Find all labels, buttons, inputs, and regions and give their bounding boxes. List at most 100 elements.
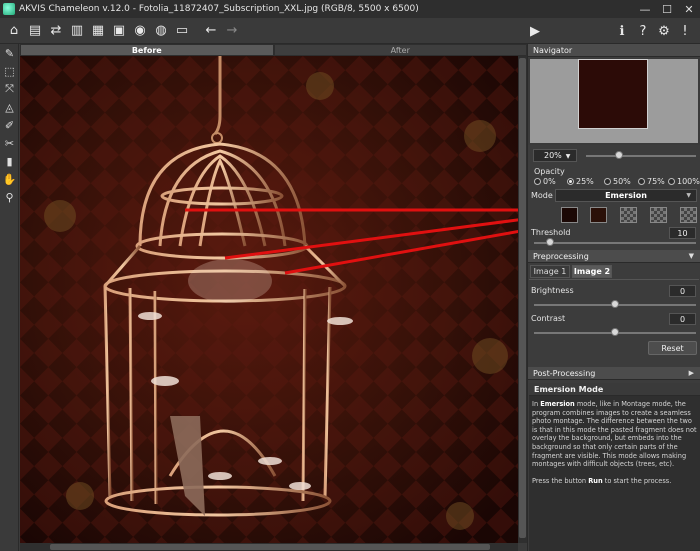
help-bold-run: Run: [588, 476, 603, 485]
image-canvas[interactable]: [20, 56, 518, 543]
zoom-slider-track[interactable]: [586, 155, 696, 157]
transform-tool-icon[interactable]: ⤧: [0, 80, 19, 98]
view-tabs: Before After: [20, 44, 527, 56]
help-text: In Emersion mode, like in Montage mode, …: [532, 397, 698, 485]
threshold-slider-knob[interactable]: [546, 238, 555, 246]
navigator-view-frame[interactable]: [578, 59, 648, 129]
zoom-slider-knob[interactable]: [615, 151, 623, 159]
opacity-radio-100[interactable]: [668, 178, 675, 185]
threshold-slider-track[interactable]: [534, 242, 696, 244]
help-text-run: Press the button: [532, 476, 589, 485]
swatch-transparent-1[interactable]: [620, 207, 637, 223]
zoom-value: 20%: [544, 151, 562, 160]
help-text-run: to start the process.: [602, 476, 672, 485]
reset-button[interactable]: Reset: [648, 341, 697, 355]
vertical-scroll-thumb[interactable]: [519, 58, 526, 538]
help-icon[interactable]: ?: [633, 21, 653, 41]
run-icon[interactable]: ▶: [525, 21, 545, 41]
save-as-icon[interactable]: ▦: [88, 21, 108, 41]
tab-after[interactable]: After: [273, 44, 527, 56]
app-window: AKVIS Chameleon v.12.0 - Fotolia_1187240…: [0, 0, 700, 551]
contrast-input[interactable]: 0: [669, 313, 696, 325]
zoom-dropdown[interactable]: 20% ▼: [533, 149, 577, 162]
horizontal-scrollbar[interactable]: [20, 543, 518, 551]
crop-icon[interactable]: ▭: [172, 21, 192, 41]
swatch-image-2[interactable]: [590, 207, 607, 223]
settings-icon[interactable]: ⚙: [654, 21, 674, 41]
eraser-tool-icon[interactable]: ▮: [0, 152, 19, 170]
remove-pencil-tool-icon[interactable]: ✐: [0, 116, 19, 134]
keep-pencil-tool-icon[interactable]: ◬: [0, 98, 19, 116]
vertical-scrollbar[interactable]: [518, 56, 527, 543]
app-logo-icon: [3, 3, 15, 15]
postprocessing-header[interactable]: Post-Processing ▶: [528, 367, 700, 380]
share-icon[interactable]: ◉: [130, 21, 150, 41]
info-icon[interactable]: ℹ: [612, 21, 632, 41]
tab-image-2[interactable]: Image 2: [572, 265, 612, 278]
redo-icon[interactable]: →: [222, 21, 242, 41]
brightness-slider-knob[interactable]: [611, 300, 619, 308]
mode-row: Mode Emersion ▼: [528, 189, 700, 204]
print-icon[interactable]: ▣: [109, 21, 129, 41]
help-title: Emersion Mode: [534, 385, 604, 394]
open-icon[interactable]: ▤: [25, 21, 45, 41]
brightness-input[interactable]: 0: [669, 285, 696, 297]
swatch-image-1[interactable]: [561, 207, 578, 223]
tab-image-1[interactable]: Image 1: [530, 265, 570, 278]
threshold-group: Threshold 10: [528, 227, 700, 250]
mode-dropdown[interactable]: Emersion ▼: [555, 189, 697, 202]
tab-before[interactable]: Before: [20, 44, 274, 56]
opacity-option-0: 0%: [543, 177, 556, 186]
brightness-label: Brightness: [531, 286, 574, 295]
selection-tool-icon[interactable]: ⬚: [0, 62, 19, 80]
opacity-radio-50[interactable]: [604, 178, 611, 185]
opacity-option-50: 50%: [613, 177, 631, 186]
navigator-preview[interactable]: [528, 58, 700, 145]
canvas-artwork: [20, 56, 518, 543]
opacity-radio-75[interactable]: [638, 178, 645, 185]
horizontal-scroll-thumb[interactable]: [50, 544, 490, 550]
opacity-radio-25[interactable]: [567, 178, 574, 185]
toolbar-right-group: ℹ ? ⚙ !: [612, 21, 696, 41]
color-swatch-row: [528, 204, 700, 228]
threshold-input[interactable]: 10: [669, 227, 696, 239]
navigator-title: Navigator: [533, 46, 573, 55]
chevron-down-icon: ▼: [565, 153, 571, 160]
opacity-label: Opacity: [534, 167, 565, 176]
main-toolbar: ⌂ ▤ ⇄ ▥ ▦ ▣ ◉ ◍ ▭ ← → ▶ ℹ ? ⚙ !: [0, 18, 700, 44]
help-paragraph-2: Press the button Run to start the proces…: [532, 477, 698, 486]
preprocessing-header[interactable]: Preprocessing ▼: [528, 250, 700, 263]
swap-icon[interactable]: ⇄: [46, 21, 66, 41]
swatch-transparent-2[interactable]: [650, 207, 667, 223]
preprocessing-body: Image 1 Image 2 Brightness 0 Contrast 0 …: [528, 263, 700, 367]
contrast-label: Contrast: [531, 314, 566, 323]
opacity-option-75: 75%: [647, 177, 665, 186]
help-bold-emersion: Emersion: [540, 400, 575, 408]
cut-tool-icon[interactable]: ✂: [0, 134, 19, 152]
zoom-tool-icon[interactable]: ⚲: [0, 188, 19, 206]
preprocessing-title: Preprocessing: [533, 252, 589, 261]
help-header: Emersion Mode: [529, 383, 700, 396]
undo-icon[interactable]: ←: [201, 21, 221, 41]
help-panel: Emersion Mode In Emersion mode, like in …: [529, 383, 700, 551]
title-bar: AKVIS Chameleon v.12.0 - Fotolia_1187240…: [0, 0, 700, 18]
divider: [529, 279, 699, 280]
contrast-slider-knob[interactable]: [611, 328, 619, 336]
home-icon[interactable]: ⌂: [4, 21, 24, 41]
brush-tool-icon[interactable]: ✎: [0, 44, 19, 62]
chevron-down-icon: ▼: [686, 192, 691, 199]
chevron-right-icon: ▶: [688, 369, 694, 377]
threshold-label: Threshold: [531, 228, 571, 237]
postprocessing-title: Post-Processing: [533, 369, 596, 378]
close-button[interactable]: ✕: [678, 0, 700, 18]
settings-panel: Navigator 20% ▼ Opacity 0% 25% 50% 75% 10…: [527, 44, 700, 551]
hand-tool-icon[interactable]: ✋: [0, 170, 19, 188]
opacity-radio-0[interactable]: [534, 178, 541, 185]
opacity-option-100: 100%: [677, 177, 700, 186]
minimize-button[interactable]: —: [634, 0, 656, 18]
maximize-button[interactable]: ☐: [656, 0, 678, 18]
save-icon[interactable]: ▥: [67, 21, 87, 41]
swatch-transparent-3[interactable]: [680, 207, 697, 223]
notifications-icon[interactable]: !: [675, 21, 695, 41]
batch-icon[interactable]: ◍: [151, 21, 171, 41]
